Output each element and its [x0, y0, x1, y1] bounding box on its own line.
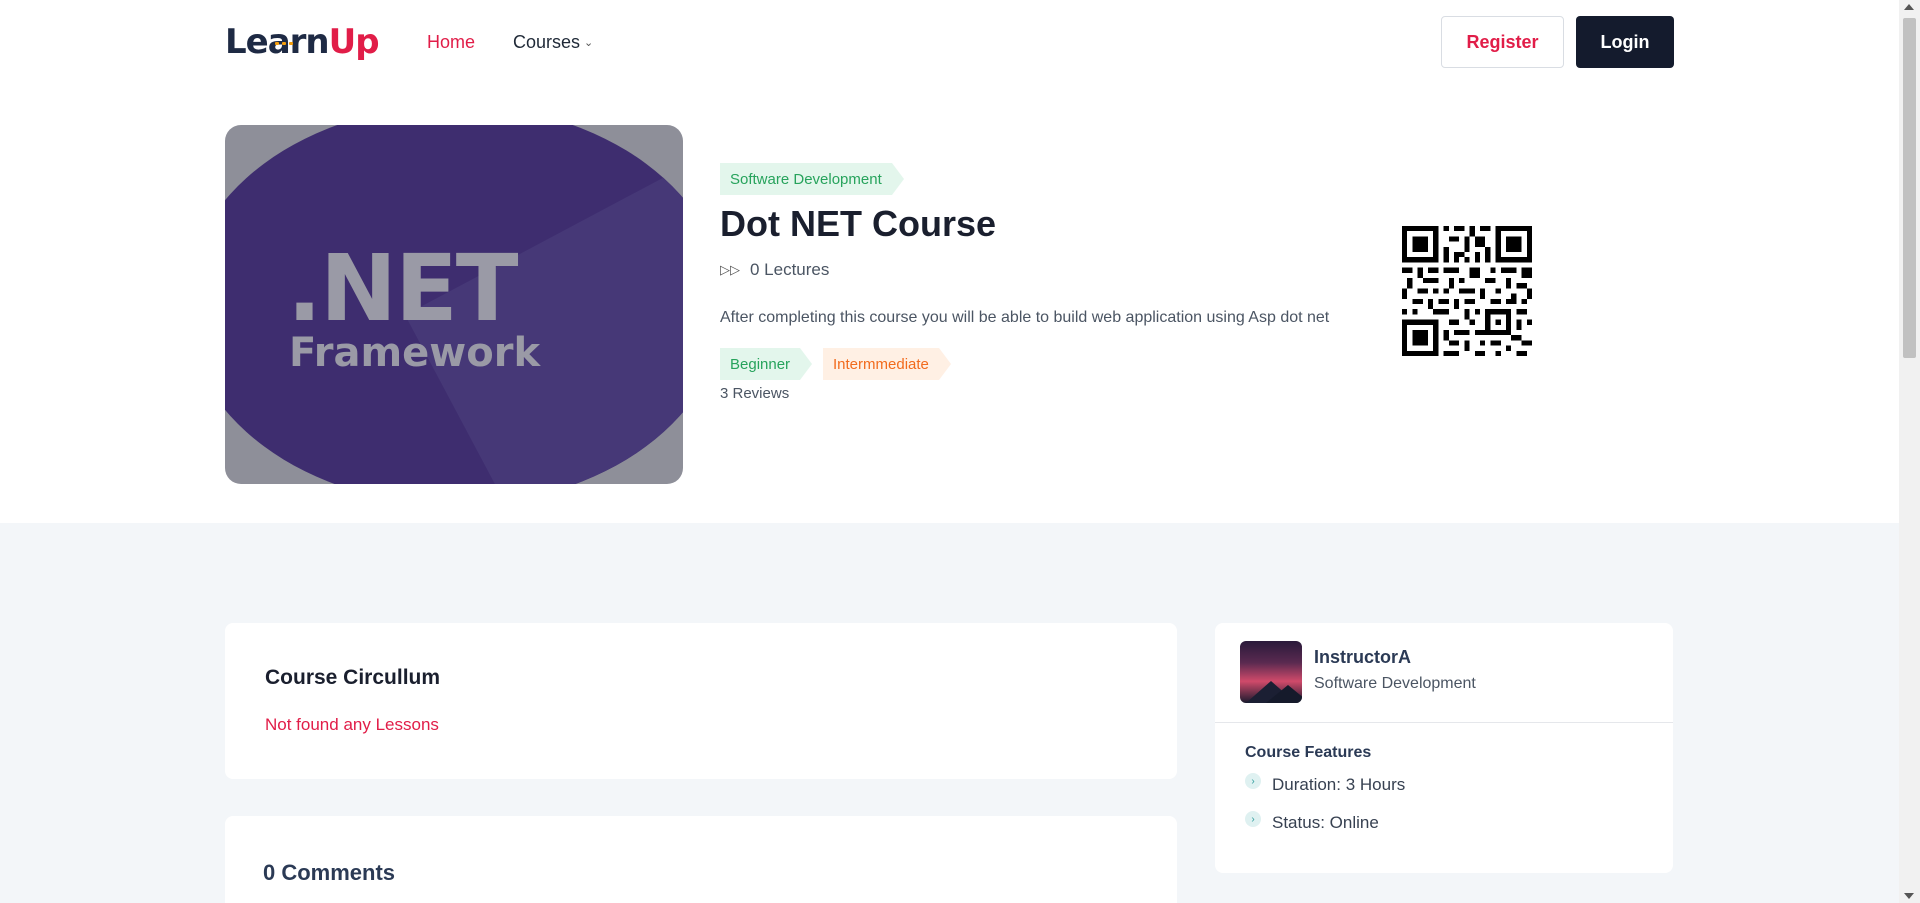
chevron-right-icon: ›	[1245, 773, 1261, 789]
page-scrollbar[interactable]	[1899, 0, 1920, 903]
curriculum-empty-message: Not found any Lessons	[265, 715, 439, 734]
thumbnail-net-text: .NET	[287, 235, 519, 342]
instructor-avatar[interactable]	[1240, 641, 1302, 703]
feature-label: Duration: 3 Hours	[1272, 775, 1406, 794]
category-tag[interactable]: Software Development	[720, 163, 904, 195]
curriculum-title: Course Circullum	[265, 666, 441, 689]
lectures-label: 0 Lectures	[750, 260, 830, 279]
course-thumbnail: .NET Framework	[225, 125, 683, 484]
course-title: Dot NET Course	[720, 203, 997, 244]
level-tag-beginner[interactable]: Beginner	[720, 348, 813, 380]
instructor-category: Software Development	[1314, 675, 1476, 692]
curriculum-card: Course Circullum Not found any Lessons	[225, 623, 1177, 779]
features-title: Course Features	[1245, 744, 1372, 761]
chevron-right-icon: ›	[1245, 811, 1261, 827]
nav-courses-label: Courses	[513, 32, 581, 52]
instructor-name[interactable]: InstructorA	[1314, 647, 1411, 668]
course-hero: .NET Framework Software Development Dot …	[0, 85, 1899, 523]
lectures-count: ▷▷ 0 Lectures	[720, 260, 829, 280]
feature-item-status: › Status: Online	[1245, 811, 1379, 833]
qr-code-icon	[1402, 226, 1532, 356]
instructor-card: InstructorA Software Development Course …	[1215, 623, 1673, 873]
logo-up: Up	[328, 22, 380, 62]
scroll-up-icon[interactable]	[1904, 4, 1914, 10]
login-button[interactable]: Login	[1576, 16, 1674, 68]
chevron-down-icon: ⌄	[584, 37, 594, 49]
nav-courses[interactable]: Courses ⌄	[513, 32, 593, 53]
course-description: After completing this course you will be…	[720, 309, 1330, 326]
register-button[interactable]: Register	[1441, 16, 1564, 68]
logo[interactable]: LearnUp	[225, 22, 380, 62]
feature-label: Status: Online	[1272, 813, 1379, 832]
comments-title: 0 Comments	[263, 860, 396, 885]
comments-card: 0 Comments	[225, 816, 1177, 903]
scrollbar-thumb[interactable]	[1903, 18, 1916, 358]
feature-item-duration: › Duration: 3 Hours	[1245, 773, 1406, 795]
thumbnail-framework-text: Framework	[289, 330, 541, 376]
header: LearnUp Home Courses ⌄ Register Login	[0, 0, 1899, 85]
logo-dots	[275, 32, 297, 45]
level-tag-intermediate[interactable]: Intermmediate	[823, 348, 951, 380]
course-content-area: Course Circullum Not found any Lessons 0…	[0, 523, 1899, 903]
nav-home[interactable]: Home	[427, 32, 475, 53]
play-forward-icon: ▷▷	[720, 262, 740, 277]
divider	[1215, 722, 1673, 723]
scroll-down-icon[interactable]	[1904, 893, 1914, 899]
reviews-count[interactable]: 3 Reviews	[720, 385, 789, 402]
